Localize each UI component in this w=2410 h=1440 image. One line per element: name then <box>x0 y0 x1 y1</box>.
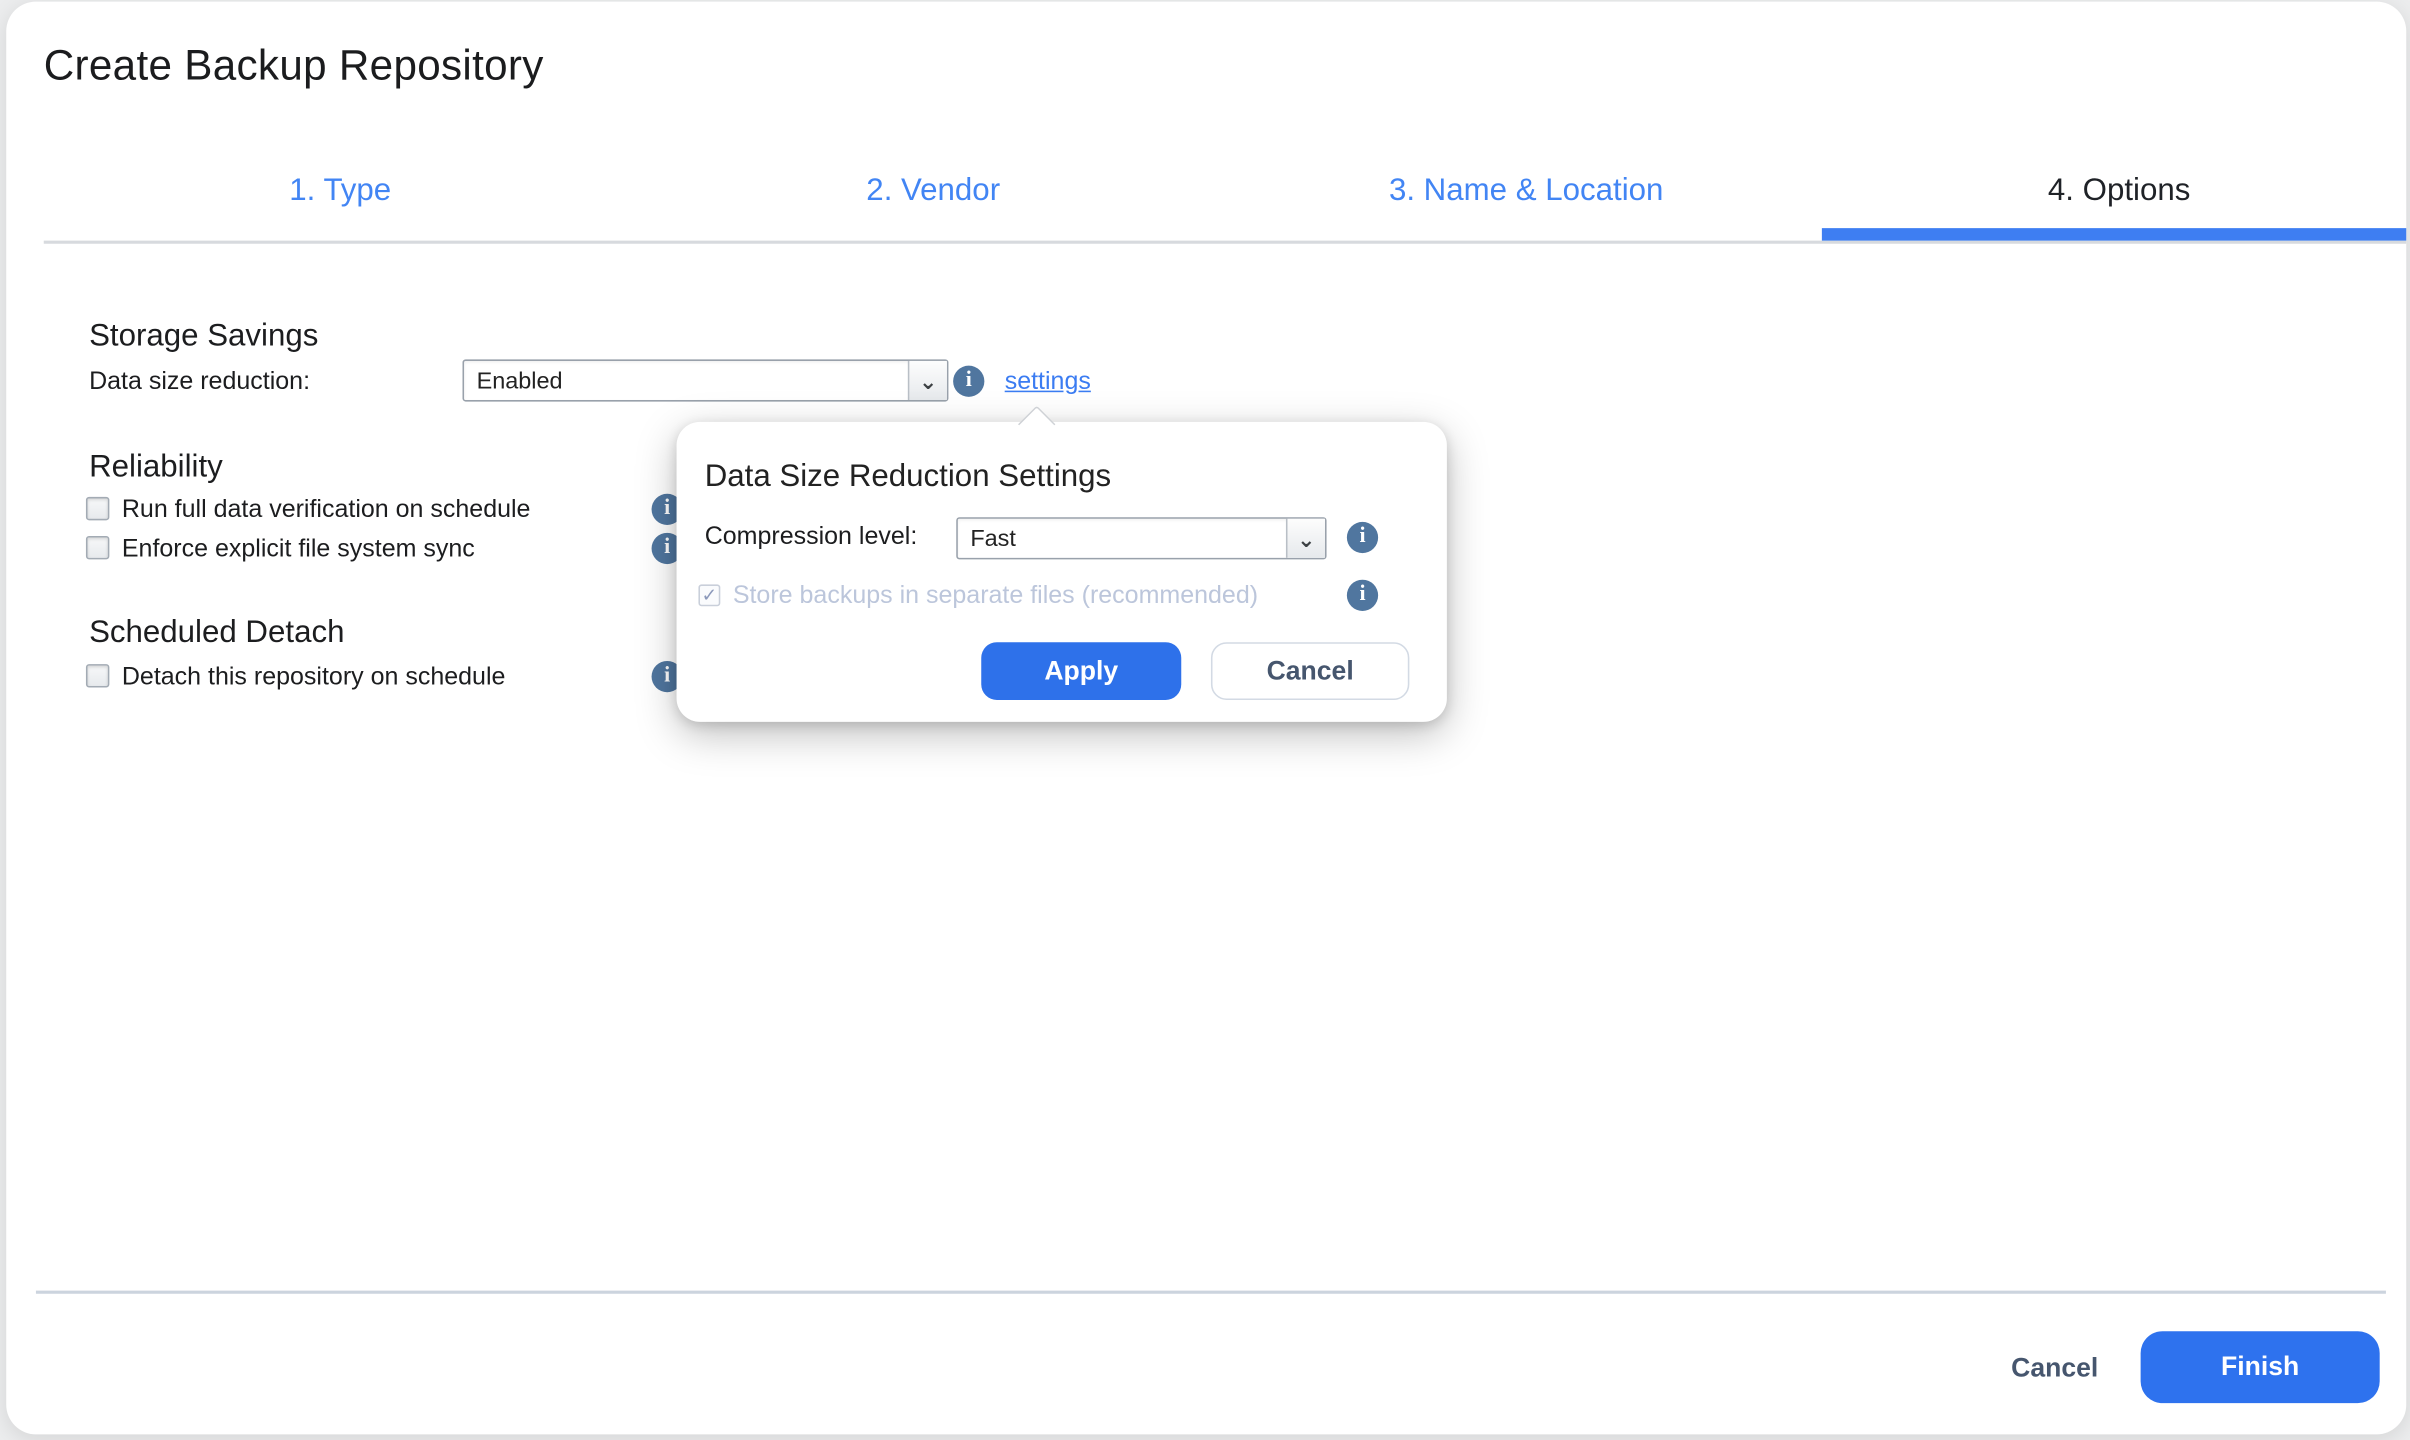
data-size-reduction-select[interactable]: Enabled ⌄ <box>462 359 949 402</box>
info-icon[interactable]: i <box>1346 579 1379 611</box>
compression-level-select[interactable]: Fast ⌄ <box>956 517 1327 560</box>
settings-link[interactable]: settings <box>1005 369 1091 397</box>
info-icon[interactable]: i <box>1346 521 1379 554</box>
verification-checkbox[interactable] <box>85 496 110 521</box>
finish-button[interactable]: Finish <box>2140 1331 2380 1404</box>
tab-name-location[interactable]: 3. Name & Location <box>1230 153 1823 228</box>
apply-button[interactable]: Apply <box>981 642 1182 700</box>
tab-vendor[interactable]: 2. Vendor <box>637 153 1230 228</box>
fs-sync-label: Enforce explicit file system sync <box>121 535 475 563</box>
data-size-reduction-popover: Data Size Reduction Settings Compression… <box>676 405 1447 722</box>
tab-options[interactable]: 4. Options <box>1823 153 2407 228</box>
reliability-heading: Reliability <box>89 450 223 485</box>
chevron-down-icon[interactable]: ⌄ <box>907 360 947 400</box>
popover-caret-icon <box>1017 405 1056 444</box>
verification-label: Run full data verification on schedule <box>121 496 531 524</box>
detach-checkbox[interactable] <box>85 664 110 688</box>
footer-divider <box>35 1290 2386 1294</box>
active-tab-underline <box>1821 228 2407 241</box>
data-size-reduction-value: Enabled <box>476 367 563 394</box>
compression-level-label: Compression level: <box>704 523 918 550</box>
storage-savings-heading: Storage Savings <box>89 318 319 354</box>
tabs-divider <box>43 240 2407 244</box>
data-size-reduction-label: Data size reduction: <box>89 368 311 396</box>
store-separate-files-checkbox: ✓ <box>698 584 721 607</box>
cancel-button[interactable]: Cancel <box>1988 1350 2122 1388</box>
wizard-dialog: Create Backup Repository 1. Type 2. Vend… <box>6 1 2407 1435</box>
wizard-steps: 1. Type 2. Vendor 3. Name & Location 4. … <box>44 153 2407 228</box>
info-icon[interactable]: i <box>953 365 985 397</box>
canvas: Create Backup Repository 1. Type 2. Vend… <box>0 0 2409 1440</box>
compression-level-value: Fast <box>970 525 1016 552</box>
chevron-down-icon[interactable]: ⌄ <box>1285 518 1325 558</box>
scheduled-detach-heading: Scheduled Detach <box>89 615 345 650</box>
popover-title: Data Size Reduction Settings <box>704 459 1112 494</box>
store-separate-files-label: Store backups in separate files (recomme… <box>732 582 1259 610</box>
page-title: Create Backup Repository <box>43 42 544 90</box>
popover-cancel-button[interactable]: Cancel <box>1210 642 1410 700</box>
detach-label: Detach this repository on schedule <box>121 664 506 691</box>
fs-sync-checkbox[interactable] <box>85 535 110 560</box>
tab-type[interactable]: 1. Type <box>44 153 637 228</box>
